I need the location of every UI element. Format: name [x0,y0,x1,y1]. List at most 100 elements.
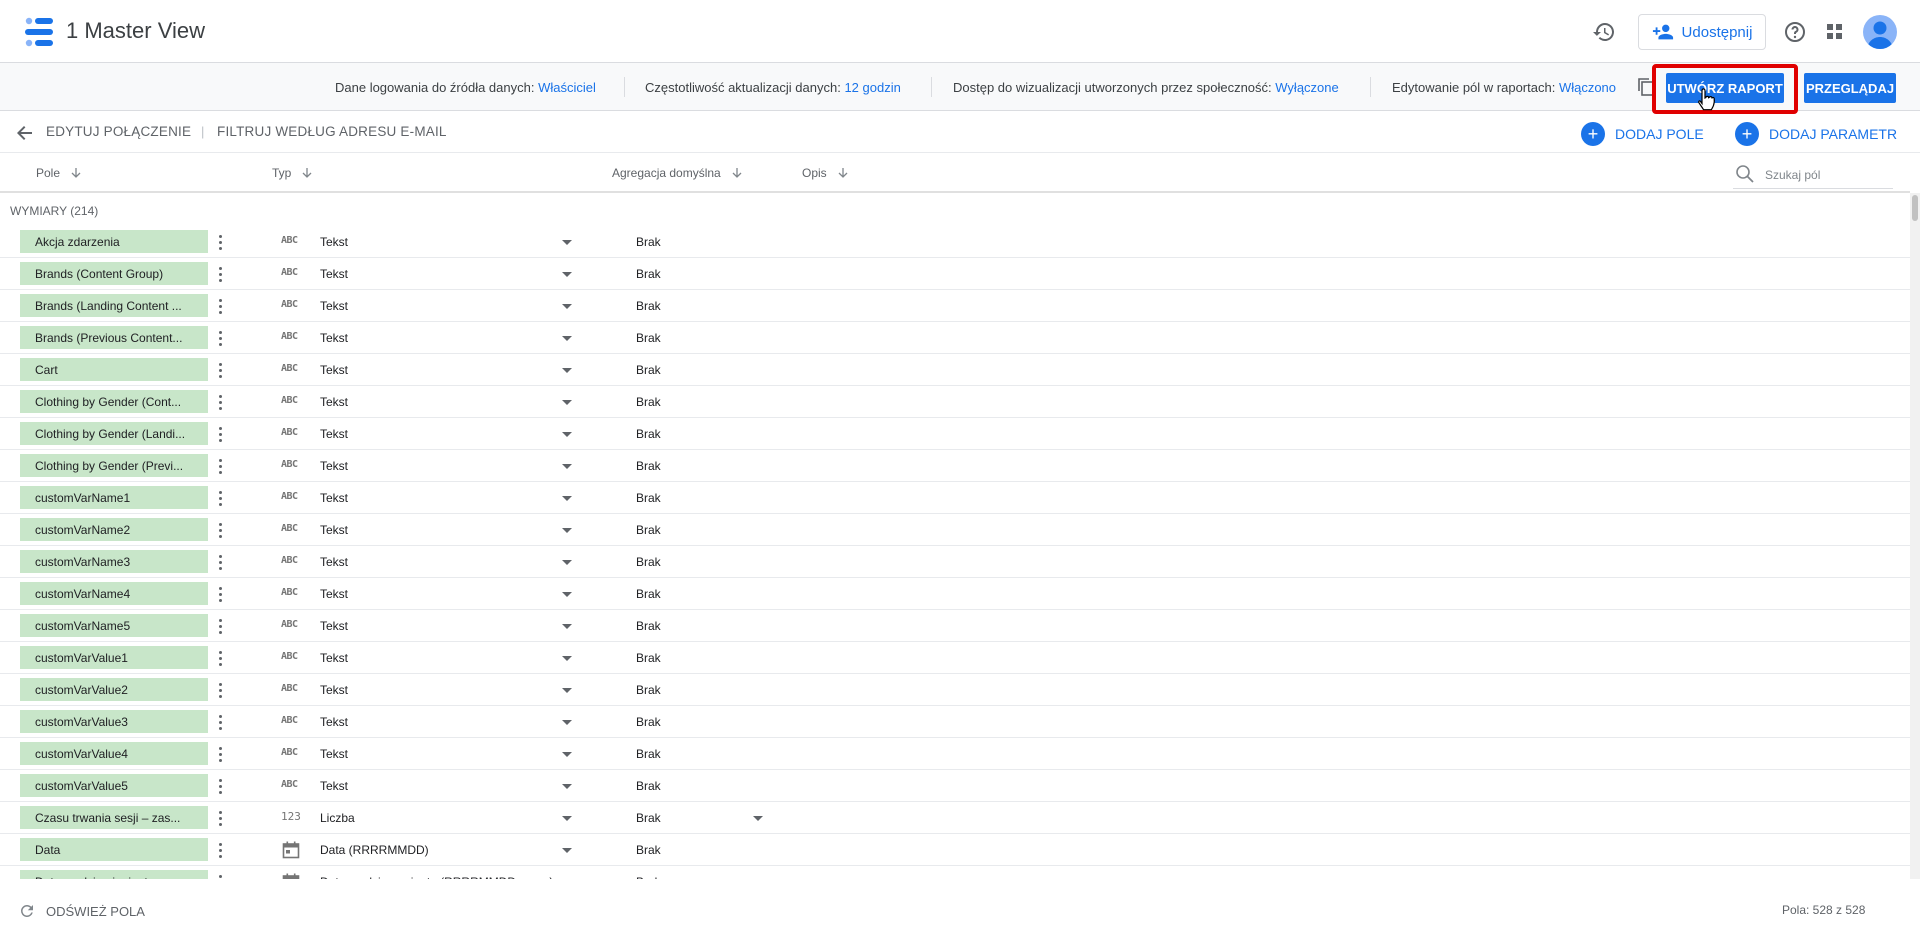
type-dropdown[interactable]: Tekst [318,326,578,350]
top-bar: 1 Master View Udostępnij [0,0,1920,63]
more-vert-icon[interactable] [214,392,226,412]
help-icon[interactable] [1779,16,1811,48]
more-vert-icon[interactable] [214,232,226,252]
scrollbar-thumb[interactable] [1912,195,1918,221]
type-dropdown[interactable]: Tekst [318,678,578,702]
app-title[interactable]: 1 Master View [66,18,205,44]
subnav-separator: | [201,124,205,139]
more-vert-icon[interactable] [214,872,226,879]
field-name-chip[interactable]: Clothing by Gender (Previ... [20,454,208,477]
column-header-aggregation[interactable]: Agregacja domyślna [612,166,743,180]
type-dropdown[interactable]: Tekst [318,486,578,510]
filter-by-email-link[interactable]: FILTRUJ WEDŁUG ADRESU E-MAIL [217,124,447,139]
text-type-icon: ABC [281,523,298,534]
add-parameter-button[interactable]: + DODAJ PARAMETR [1735,122,1897,146]
field-name-chip[interactable]: customVarName4 [20,582,208,605]
field-name-chip[interactable]: customVarValue5 [20,774,208,797]
search-fields-input[interactable] [1765,165,1890,185]
more-vert-icon[interactable] [214,744,226,764]
field-name-chip[interactable]: Brands (Landing Content ... [20,294,208,317]
type-dropdown[interactable]: Tekst [318,582,578,606]
more-vert-icon[interactable] [214,488,226,508]
more-vert-icon[interactable] [214,840,226,860]
search-icon [1736,165,1754,183]
more-vert-icon[interactable] [214,616,226,636]
field-editing-value[interactable]: Włączono [1559,80,1616,95]
data-studio-logo[interactable] [22,17,56,47]
type-dropdown[interactable]: Data (RRRRMMDD) [318,838,578,862]
type-dropdown[interactable]: Tekst [318,390,578,414]
more-vert-icon[interactable] [214,296,226,316]
field-name-chip[interactable]: customVarName1 [20,486,208,509]
refresh-fields-button[interactable]: ODŚWIEŻ POLA [18,902,145,920]
field-name-chip[interactable]: Cart [20,358,208,381]
field-name-chip[interactable]: Brands (Content Group) [20,262,208,285]
field-name-chip[interactable]: Akcja zdarzenia [20,230,208,253]
share-button[interactable]: Udostępnij [1638,14,1766,50]
field-name-chip[interactable]: customVarValue3 [20,710,208,733]
fields-list: Akcja zdarzenia ABC Tekst Brak Brands (Conte… [0,226,1910,879]
add-field-button[interactable]: + DODAJ POLE [1581,122,1704,146]
field-name-chip[interactable]: customVarValue4 [20,742,208,765]
type-dropdown[interactable]: Tekst [318,614,578,638]
field-name-chip[interactable]: customVarName2 [20,518,208,541]
field-name-chip[interactable]: customVarValue1 [20,646,208,669]
aggregation-dropdown-caret-icon[interactable] [753,816,763,821]
more-vert-icon[interactable] [214,264,226,284]
type-dropdown[interactable]: Tekst [318,550,578,574]
field-name-chip[interactable]: Brands (Previous Content... [20,326,208,349]
field-row: customVarValue3 ABC Tekst Brak [0,706,1910,738]
type-dropdown[interactable]: Data, godzina, minuta (RRRRMMDDggmm) [318,870,578,879]
column-header-type[interactable]: Typ [272,166,313,180]
history-icon[interactable] [1588,16,1620,48]
type-dropdown[interactable]: Tekst [318,262,578,286]
back-arrow-icon[interactable] [14,122,36,144]
type-dropdown[interactable]: Tekst [318,230,578,254]
freshness-info: Częstotliwość aktualizacji danych: 12 go… [645,80,901,95]
community-viz-value[interactable]: Wyłączone [1275,80,1338,95]
aggregation-value[interactable]: Brak [636,811,661,825]
type-dropdown[interactable]: Tekst [318,358,578,382]
more-vert-icon[interactable] [214,520,226,540]
more-vert-icon[interactable] [214,680,226,700]
type-dropdown[interactable]: Tekst [318,294,578,318]
edit-connection-link[interactable]: EDYTUJ POŁĄCZENIE [46,124,191,139]
field-name-chip[interactable]: Czasu trwania sesji – zas... [20,806,208,829]
type-dropdown[interactable]: Tekst [318,454,578,478]
more-vert-icon[interactable] [214,552,226,572]
field-name-chip[interactable]: Clothing by Gender (Cont... [20,390,208,413]
more-vert-icon[interactable] [214,328,226,348]
credentials-value[interactable]: Właściciel [538,80,596,95]
type-value: Tekst [320,555,349,569]
apps-grid-icon[interactable] [1819,16,1851,48]
more-vert-icon[interactable] [214,360,226,380]
freshness-value[interactable]: 12 godzin [844,80,900,95]
type-dropdown[interactable]: Tekst [318,646,578,670]
type-dropdown[interactable]: Tekst [318,774,578,798]
field-name-chip[interactable]: Data, godzina i minuty [20,870,208,879]
field-name-chip[interactable]: Data [20,838,208,861]
type-dropdown[interactable]: Tekst [318,518,578,542]
more-vert-icon[interactable] [214,776,226,796]
more-vert-icon[interactable] [214,584,226,604]
connection-subnav: EDYTUJ POŁĄCZENIE | FILTRUJ WEDŁUG ADRES… [0,111,1920,153]
column-header-field[interactable]: Pole [36,166,82,180]
more-vert-icon[interactable] [214,712,226,732]
more-vert-icon[interactable] [214,456,226,476]
column-header-description[interactable]: Opis [802,166,849,180]
field-name-chip[interactable]: customVarName3 [20,550,208,573]
type-dropdown[interactable]: Liczba [318,806,578,830]
type-dropdown[interactable]: Tekst [318,742,578,766]
explore-button[interactable]: PRZEGLĄDAJ [1804,73,1896,103]
type-dropdown[interactable]: Tekst [318,422,578,446]
more-vert-icon[interactable] [214,424,226,444]
type-dropdown[interactable]: Tekst [318,710,578,734]
aggregation-value: Brak [636,843,661,857]
vertical-scrollbar[interactable] [1910,193,1920,879]
more-vert-icon[interactable] [214,648,226,668]
field-name-chip[interactable]: customVarName5 [20,614,208,637]
field-name-chip[interactable]: customVarValue2 [20,678,208,701]
user-avatar[interactable] [1863,15,1897,49]
more-vert-icon[interactable] [214,808,226,828]
field-name-chip[interactable]: Clothing by Gender (Landi... [20,422,208,445]
